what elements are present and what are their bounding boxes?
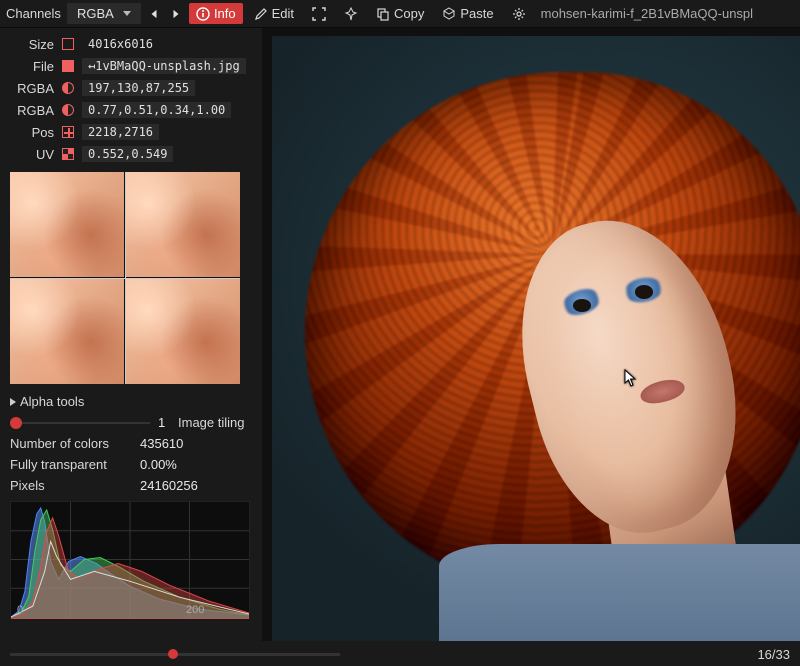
paste-label: Paste: [460, 6, 493, 21]
pixels-row: Pixels 24160256: [10, 478, 252, 493]
checker-icon: [60, 146, 76, 162]
pos-label: Pos: [10, 125, 54, 140]
pixels-value: 24160256: [140, 478, 198, 493]
fullscreen-icon: [312, 7, 326, 21]
transparent-row: Fully transparent 0.00%: [10, 457, 252, 472]
rgba-int-label: RGBA: [10, 81, 54, 96]
top-toolbar: Channels RGBA Info Edit Copy Paste mohse…: [0, 0, 800, 28]
num-colors-row: Number of colors 435610: [10, 436, 252, 451]
channels-value: RGBA: [77, 6, 114, 21]
rgba-int-row: RGBA 197,130,87,255: [10, 78, 252, 98]
copy-icon: [376, 7, 390, 21]
tiling-slider-row: 1 Image tiling: [10, 415, 252, 430]
size-label: Size: [10, 37, 54, 52]
pencil-icon: [254, 7, 268, 21]
alpha-tools-label: Alpha tools: [20, 394, 84, 409]
fullscreen-button[interactable]: [305, 4, 333, 24]
channels-dropdown[interactable]: RGBA: [67, 3, 141, 24]
scrubber-thumb[interactable]: [168, 649, 178, 659]
transparent-label: Fully transparent: [10, 457, 140, 472]
paste-icon: [442, 7, 456, 21]
info-tab[interactable]: Info: [189, 3, 243, 24]
chevron-down-icon: [123, 11, 131, 16]
contrast-icon: [60, 102, 76, 118]
pos-row: Pos 2218,2716: [10, 122, 252, 142]
rgba-float-value: 0.77,0.51,0.34,1.00: [82, 102, 231, 118]
tiling-value: 1: [158, 415, 170, 430]
next-button[interactable]: [167, 7, 185, 21]
uv-value: 0.552,0.549: [82, 146, 173, 162]
alpha-tools-header[interactable]: Alpha tools: [10, 394, 252, 409]
edit-label: Edit: [272, 6, 294, 21]
gear-icon: [512, 7, 526, 21]
hist-tick-0: 0: [17, 604, 23, 616]
slider-thumb[interactable]: [10, 417, 22, 429]
info-label: Info: [214, 6, 236, 21]
channels-label: Channels: [6, 6, 61, 21]
copy-label: Copy: [394, 6, 424, 21]
image-viewport[interactable]: [262, 28, 800, 641]
file-icon: [60, 58, 76, 74]
num-colors-value: 435610: [140, 436, 183, 451]
uv-row: UV 0.552,0.549: [10, 144, 252, 164]
image-content: [272, 36, 800, 641]
rgba-float-label: RGBA: [10, 103, 54, 118]
uv-label: UV: [10, 147, 54, 162]
prev-button[interactable]: [145, 7, 163, 21]
rgba-float-row: RGBA 0.77,0.51,0.34,1.00: [10, 100, 252, 120]
crosshair-icon: [60, 124, 76, 140]
rgba-int-value: 197,130,87,255: [82, 80, 195, 96]
settings-button[interactable]: [505, 4, 533, 24]
size-icon: [60, 36, 76, 52]
cursor-icon: [624, 369, 638, 387]
frame-counter: 16/33: [757, 647, 790, 662]
tiling-label: Image tiling: [178, 415, 244, 430]
contrast-icon: [60, 80, 76, 96]
size-row: Size 4016x6016: [10, 34, 252, 54]
info-panel: Size 4016x6016 File ↤1vBMaQQ-unsplash.jp…: [0, 28, 262, 641]
triangle-right-icon: [10, 398, 16, 406]
pos-value: 2218,2716: [82, 124, 159, 140]
info-icon: [196, 7, 210, 21]
triangle-right-icon: [171, 7, 181, 21]
hist-tick-200: 200: [186, 604, 204, 616]
size-value: 4016x6016: [82, 36, 159, 52]
file-label: File: [10, 59, 54, 74]
paste-button[interactable]: Paste: [435, 3, 500, 24]
transparent-value: 0.00%: [140, 457, 177, 472]
frame-scrubber[interactable]: [10, 653, 340, 656]
copy-button[interactable]: Copy: [369, 3, 431, 24]
triangle-left-icon: [149, 7, 159, 21]
pixel-zoom-preview[interactable]: [10, 172, 240, 384]
pixels-label: Pixels: [10, 478, 140, 493]
current-filename: mohsen-karimi-f_2B1vBMaQQ-unspl: [541, 6, 753, 21]
file-value: ↤1vBMaQQ-unsplash.jpg: [82, 58, 246, 74]
edit-tab[interactable]: Edit: [247, 3, 301, 24]
histogram[interactable]: 0 200: [10, 501, 250, 619]
histogram-plot: [11, 502, 249, 619]
pin-button[interactable]: [337, 4, 365, 24]
file-row: File ↤1vBMaQQ-unsplash.jpg: [10, 56, 252, 76]
num-colors-label: Number of colors: [10, 436, 140, 451]
pin-icon: [344, 7, 358, 21]
tiling-slider[interactable]: [10, 422, 150, 424]
bottom-bar: 16/33: [0, 642, 800, 666]
